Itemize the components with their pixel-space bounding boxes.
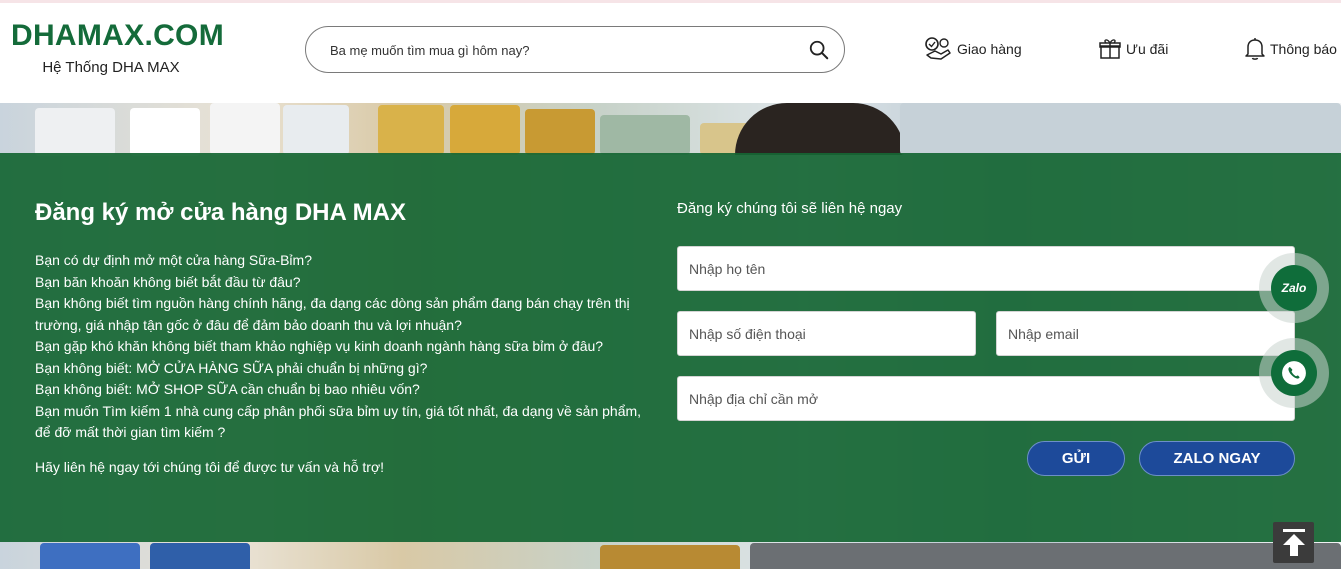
phone-glyph-icon [1282,361,1306,385]
zalo-now-button[interactable]: ZALO NGAY [1139,441,1295,476]
delivery-icon [925,37,951,60]
floating-zalo-button[interactable]: Zalo [1259,253,1329,323]
site-header: DHAMAX.COM Hệ Thống DHA MAX Giao hàng Ưu… [0,3,1341,103]
register-info: Đăng ký mở cửa hàng DHA MAX Bạn có dự đị… [35,198,655,478]
nav-notifications-label: Thông báo [1270,41,1337,57]
nav-notifications[interactable]: Thông báo [1244,36,1337,62]
back-to-top-button[interactable] [1273,522,1314,563]
form-subtitle: Đăng ký chúng tôi sẽ liên hệ ngay [677,200,903,217]
register-question: Bạn gặp khó khăn không biết tham khảo ng… [35,338,604,354]
background-product [600,115,690,155]
phone-field[interactable] [677,311,976,356]
logo-title: DHAMAX.COM [11,19,224,52]
register-question: Bạn muốn Tìm kiếm 1 nhà cung cấp phân ph… [35,402,642,441]
background-person [735,103,905,155]
site-logo[interactable]: DHAMAX.COM Hệ Thống DHA MAX [11,18,224,76]
email-field[interactable] [996,311,1295,356]
background-product [210,103,280,155]
background-product [600,545,740,569]
search-bar [305,26,845,73]
nav-delivery-label: Giao hàng [957,41,1022,57]
register-form: Đăng ký chúng tôi sẽ liên hệ ngay GỬI ZA… [677,198,1295,488]
arrow-up-icon [1282,528,1305,556]
register-question: Bạn không biết tìm nguồn hàng chính hãng… [35,295,630,333]
phone-icon [1271,350,1317,396]
register-question: Bạn có dự định mở một cửa hàng Sữa-Bỉm? [35,252,312,268]
gift-icon [1099,39,1121,59]
search-icon[interactable] [808,39,830,61]
background-shelf [750,543,1341,569]
background-product [35,108,115,156]
register-question: Bạn không biết: MỞ SHOP SỮA cần chuẩn bị… [35,381,420,397]
floating-phone-button[interactable] [1259,338,1329,408]
nav-delivery[interactable]: Giao hàng [923,36,1022,62]
bell-icon [1245,38,1265,60]
background-product [130,108,200,156]
submit-button[interactable]: GỬI [1027,441,1125,476]
background-product [283,105,349,155]
register-title: Đăng ký mở cửa hàng DHA MAX [35,199,406,226]
search-input[interactable] [330,39,800,61]
zalo-icon: Zalo [1271,265,1317,311]
background-product [450,105,520,155]
address-field[interactable] [677,376,1295,421]
background-product [525,109,595,155]
register-cta: Hãy liên hệ ngay tới chúng tôi để được t… [35,458,385,475]
register-question: Bạn không biết: MỞ CỬA HÀNG SỮA phải chu… [35,359,428,376]
background-product [150,543,250,569]
nav-offers-label: Ưu đãi [1126,41,1169,57]
zalo-icon-label: Zalo [1281,281,1307,295]
background-product [378,105,444,155]
nav-offers[interactable]: Ưu đãi [1098,36,1168,62]
logo-subtitle: Hệ Thống DHA MAX [42,59,180,76]
name-field[interactable] [677,246,1295,291]
register-question: Bạn băn khoăn không biết bắt đầu từ đâu? [35,273,301,290]
background-shelf [900,103,1341,155]
register-banner: Đăng ký mở cửa hàng DHA MAX Bạn có dự đị… [0,103,1341,569]
background-product [40,543,140,569]
